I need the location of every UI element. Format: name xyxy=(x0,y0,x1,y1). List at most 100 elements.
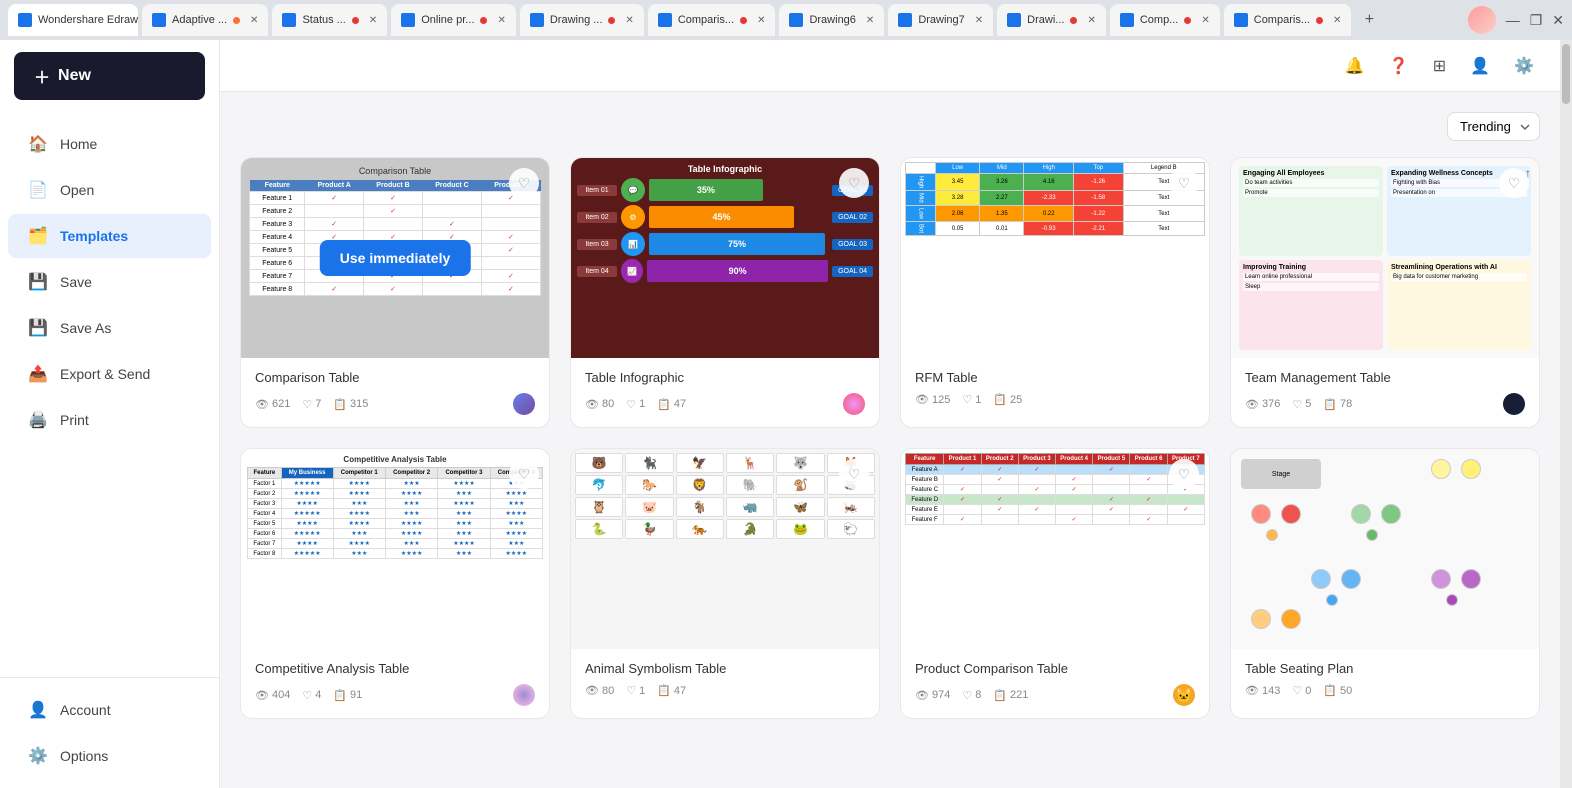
tab-edrawmax[interactable]: Wondershare EdrawMax ✕ xyxy=(8,4,138,36)
tab-close-adaptive[interactable]: ✕ xyxy=(250,15,258,26)
sidebar-item-open[interactable]: 📄 Open xyxy=(8,168,211,212)
card-info-team: Team Management Table 👁 376 ♡ 5 📋 78 xyxy=(1231,358,1539,427)
seat xyxy=(1326,594,1338,606)
card-meta-seating: 👁 143 ♡ 0 📋 50 xyxy=(1245,684,1525,697)
sidebar-item-home[interactable]: 🏠 Home xyxy=(8,122,211,166)
tab-drawing[interactable]: Drawing ... ✕ xyxy=(520,4,644,36)
sidebar-label-home: Home xyxy=(60,136,97,152)
top-bar: 🔔 ❓ ⊞ 👤 ⚙️ xyxy=(220,40,1560,92)
use-immediately-button-comparison[interactable]: Use immediately xyxy=(320,240,471,276)
sidebar-bottom: 👤 Account ⚙️ Options xyxy=(0,677,219,788)
seating-table-shape: Stage xyxy=(1241,459,1321,489)
seat xyxy=(1431,459,1451,479)
author-avatar-competitive xyxy=(513,684,535,706)
heart-button-comparison[interactable]: ♡ xyxy=(509,168,539,198)
tab-close-online[interactable]: ✕ xyxy=(497,15,505,26)
sidebar-label-open: Open xyxy=(60,182,94,198)
tab-comparis2[interactable]: Comparis... ✕ xyxy=(1224,4,1352,36)
heart-button-animal[interactable]: ♡ xyxy=(839,459,869,489)
copies-product: 📋 221 xyxy=(993,689,1028,702)
maximize-button[interactable]: ❐ xyxy=(1530,12,1543,29)
template-card-seating[interactable]: Stage xyxy=(1230,448,1540,719)
new-button-label: New xyxy=(58,67,91,85)
animal-cell: 🐸 xyxy=(776,519,824,539)
author-avatar-infographic xyxy=(843,393,865,415)
sidebar-item-print[interactable]: 🖨️ Print xyxy=(8,398,211,442)
tab-close-drawi[interactable]: ✕ xyxy=(1087,15,1095,26)
template-card-team[interactable]: Engaging All Employees Do team activitie… xyxy=(1230,157,1540,428)
tab-close-status[interactable]: ✕ xyxy=(369,15,377,26)
template-card-rfm[interactable]: Low Mid High Top Legend B High 3.453.264… xyxy=(900,157,1210,428)
sidebar: ＋ New 🏠 Home 📄 Open 🗂️ Templates 💾 Save … xyxy=(0,40,220,788)
tab-status[interactable]: Status ... ✕ xyxy=(272,4,387,36)
tab-comp[interactable]: Comp... ✕ xyxy=(1110,4,1220,36)
help-icon[interactable]: ❓ xyxy=(1383,50,1415,82)
views-animal: 👁 80 xyxy=(585,684,614,697)
sort-select[interactable]: Trending Latest Popular xyxy=(1447,112,1540,141)
tab-close-drawing6[interactable]: ✕ xyxy=(866,15,874,26)
animal-cell: 🐷 xyxy=(625,497,673,517)
scrollbar-thumb[interactable] xyxy=(1562,44,1570,104)
heart-button-infographic[interactable]: ♡ xyxy=(839,168,869,198)
sidebar-nav: 🏠 Home 📄 Open 🗂️ Templates 💾 Save 💾 Save… xyxy=(0,112,219,677)
tab-label-status: Status ... xyxy=(302,14,345,26)
settings-icon[interactable]: ⚙️ xyxy=(1508,50,1540,82)
new-tab-button[interactable]: + xyxy=(1355,6,1383,34)
minimize-button[interactable]: — xyxy=(1506,12,1520,28)
tab-online[interactable]: Online pr... ✕ xyxy=(391,4,516,36)
template-card-competitive[interactable]: Competitive Analysis Table Feature My Bu… xyxy=(240,448,550,719)
animal-cell: 🐻 xyxy=(575,453,623,473)
tab-close-drawing7[interactable]: ✕ xyxy=(975,15,983,26)
animal-cell: 🐺 xyxy=(776,453,824,473)
template-card-comparison[interactable]: Comparison Table FeatureProduct AProduct… xyxy=(240,157,550,428)
sidebar-item-account[interactable]: 👤 Account xyxy=(8,688,211,732)
tab-drawing6[interactable]: Drawing6 ✕ xyxy=(779,4,884,36)
tab-drawi[interactable]: Drawi... ✕ xyxy=(997,4,1106,36)
heart-button-product[interactable]: ♡ xyxy=(1169,459,1199,489)
tab-label-comparis: Comparis... xyxy=(678,14,734,26)
likes-team: ♡ 5 xyxy=(1292,398,1311,411)
tab-close-drawing[interactable]: ✕ xyxy=(625,15,633,26)
heart-button-competitive[interactable]: ♡ xyxy=(509,459,539,489)
seat xyxy=(1431,569,1451,589)
tab-adaptive[interactable]: Adaptive ... ✕ xyxy=(142,4,268,36)
tab-drawing7[interactable]: Drawing7 ✕ xyxy=(888,4,993,36)
seat xyxy=(1266,529,1278,541)
edraw-tab-icon xyxy=(18,13,32,27)
views-comparison: 👁 621 xyxy=(255,398,290,411)
card-title-rfm: RFM Table xyxy=(915,370,1195,385)
animal-cell: 🐬 xyxy=(575,475,623,495)
tab-icon-online xyxy=(401,13,415,27)
tab-close-comparis[interactable]: ✕ xyxy=(757,15,765,26)
sidebar-item-templates[interactable]: 🗂️ Templates xyxy=(8,214,211,258)
sidebar-item-save-as[interactable]: 💾 Save As xyxy=(8,306,211,350)
animal-cell: 🐎 xyxy=(625,475,673,495)
card-meta-team: 👁 376 ♡ 5 📋 78 xyxy=(1245,393,1525,415)
sidebar-item-export[interactable]: 📤 Export & Send xyxy=(8,352,211,396)
card-info-competitive: Competitive Analysis Table 👁 404 ♡ 4 📋 9… xyxy=(241,649,549,718)
bell-icon[interactable]: 🔔 xyxy=(1339,50,1371,82)
card-preview-competitive: Competitive Analysis Table Feature My Bu… xyxy=(241,449,549,649)
heart-button-rfm[interactable]: ♡ xyxy=(1169,168,1199,198)
new-button[interactable]: ＋ New xyxy=(14,52,205,100)
card-info-product: Product Comparison Table 👁 974 ♡ 8 📋 221… xyxy=(901,649,1209,718)
card-info-animal: Animal Symbolism Table 👁 80 ♡ 1 📋 47 xyxy=(571,649,879,709)
copies-seating: 📋 50 xyxy=(1323,684,1352,697)
template-card-product[interactable]: Feature Product 1Product 2Product 3Produ… xyxy=(900,448,1210,719)
tab-close-comparis2[interactable]: ✕ xyxy=(1333,15,1341,26)
sidebar-item-save[interactable]: 💾 Save xyxy=(8,260,211,304)
card-title-team: Team Management Table xyxy=(1245,370,1525,385)
animal-cell: 🐐 xyxy=(676,497,724,517)
template-card-infographic[interactable]: Table Infographic Item 01 💬 35% GOAL 01 xyxy=(570,157,880,428)
tab-comparis[interactable]: Comparis... ✕ xyxy=(648,4,776,36)
template-card-animal[interactable]: 🐻 🐈‍⬛ 🦅 🦌 🐺 🦊 🐬 🐎 🦁 🐘 🐒 xyxy=(570,448,880,719)
browser-bar: Wondershare EdrawMax ✕ Adaptive ... ✕ St… xyxy=(0,0,1572,40)
grid-icon[interactable]: ⊞ xyxy=(1427,50,1452,82)
sidebar-item-options[interactable]: ⚙️ Options xyxy=(8,734,211,778)
close-button[interactable]: ✕ xyxy=(1552,12,1564,29)
card-title-comparison: Comparison Table xyxy=(255,370,535,385)
user-icon[interactable]: 👤 xyxy=(1464,50,1496,82)
seat xyxy=(1366,529,1378,541)
profile-avatar[interactable] xyxy=(1468,6,1496,34)
tab-close-comp[interactable]: ✕ xyxy=(1201,15,1209,26)
